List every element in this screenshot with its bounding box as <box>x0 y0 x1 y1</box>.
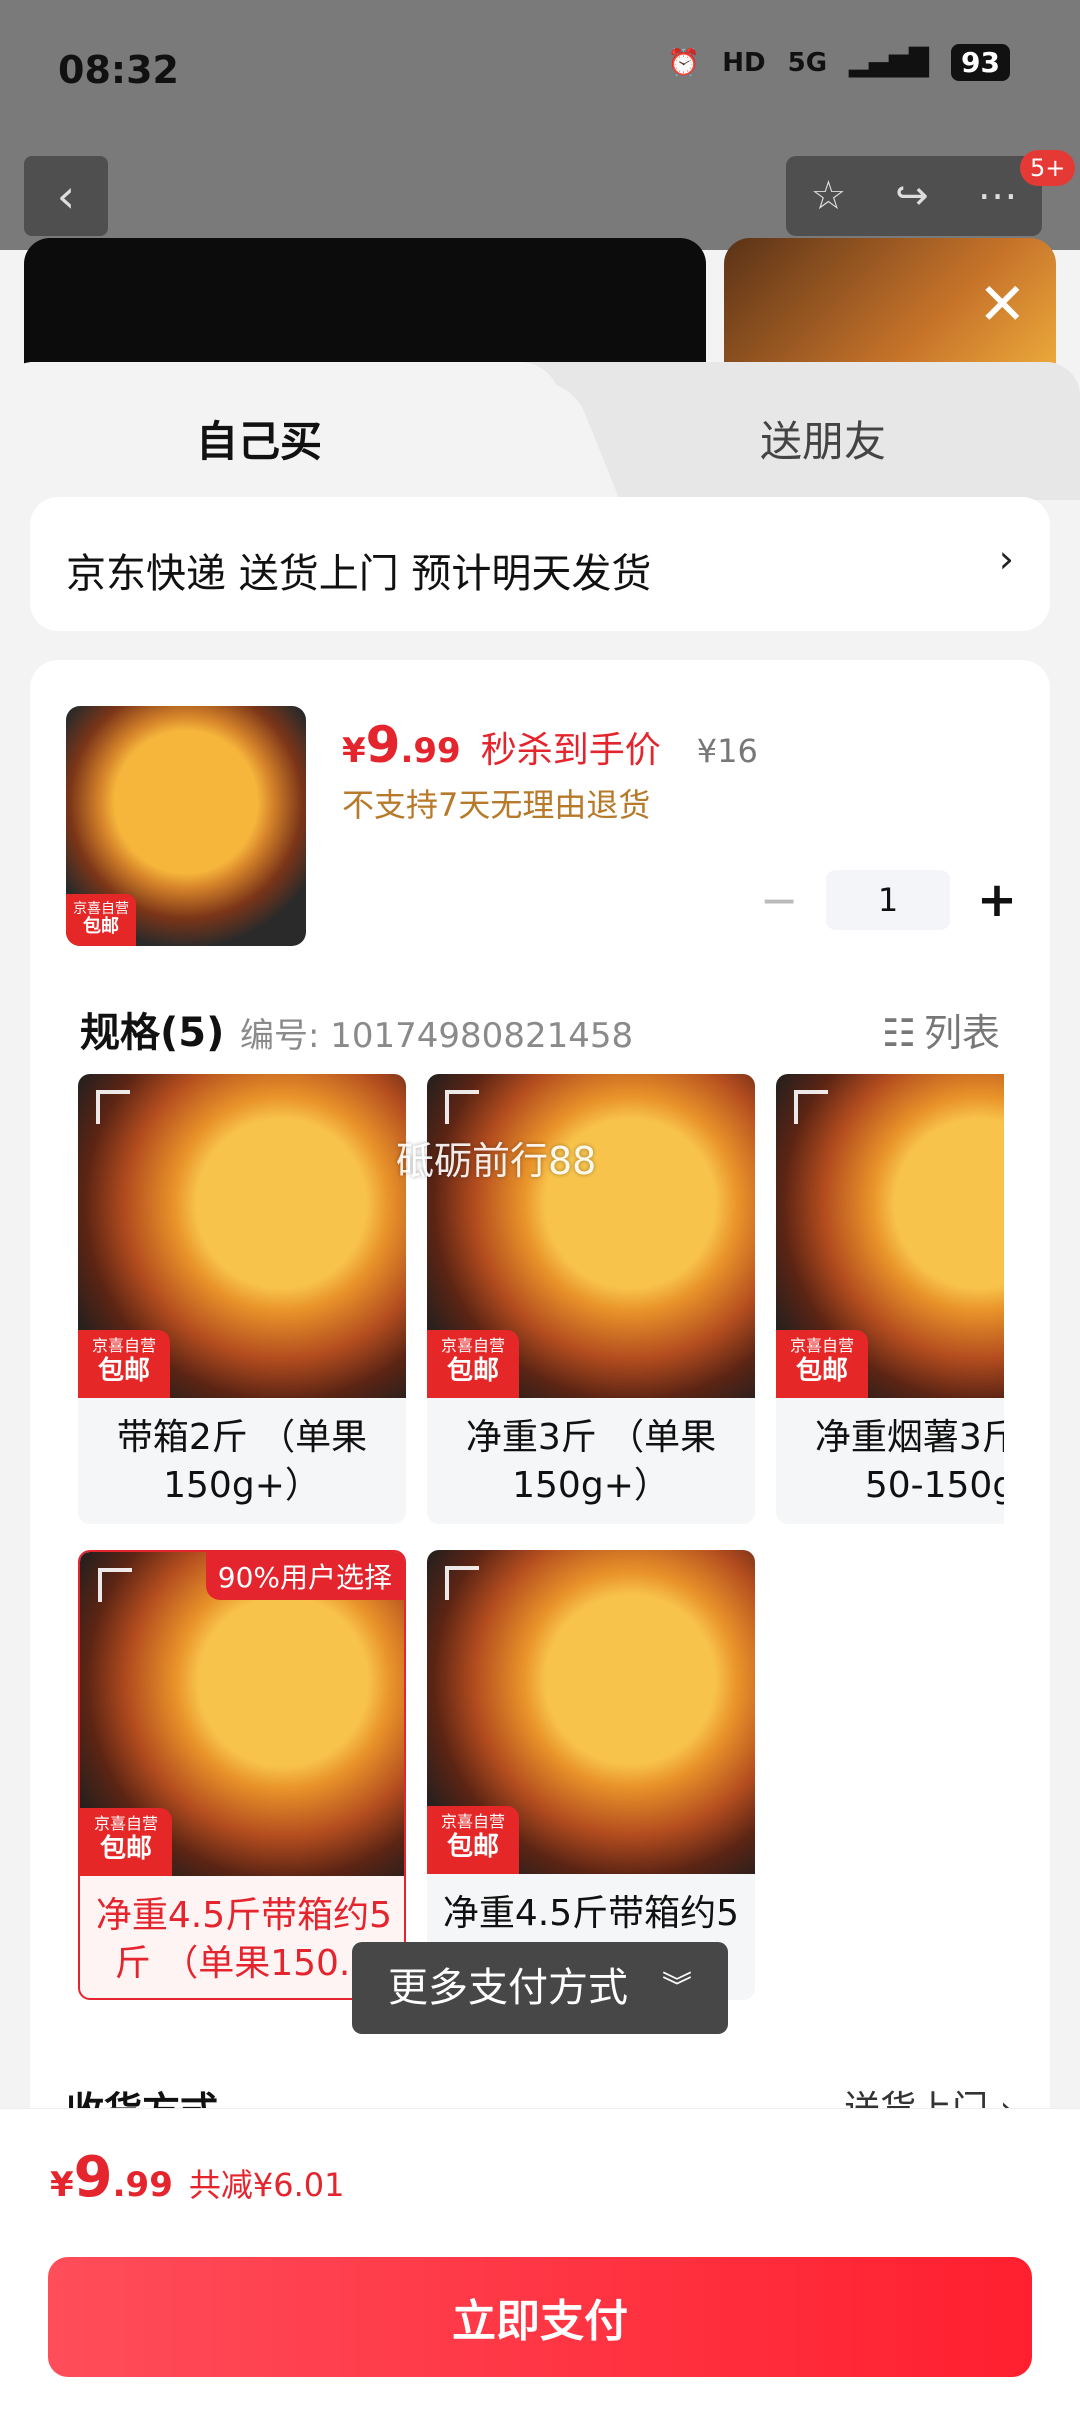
tag-top-text: 京喜自营 <box>789 1336 854 1355</box>
expand-icon[interactable] <box>445 1090 479 1124</box>
tag-top-text: 京喜自营 <box>440 1812 505 1831</box>
tab-buy-self[interactable]: 自己买 <box>0 362 560 500</box>
battery-indicator: 93 <box>951 44 1010 81</box>
total-decimal: .99 <box>112 2165 173 2205</box>
self-operated-tag: 京喜自营 包邮 <box>776 1330 868 1398</box>
hd-icon: HD <box>722 47 766 78</box>
tag-bottom-text: 包邮 <box>446 1832 499 1862</box>
expand-icon[interactable] <box>445 1566 479 1600</box>
checkout-bar: ¥9.99 共减¥6.01 立即支付 <box>0 2108 1080 2412</box>
decrease-button[interactable]: − <box>754 873 804 927</box>
quantity-stepper: − 1 + <box>754 870 1022 930</box>
spec-option[interactable]: 京喜自营包邮 净重烟薯3斤 果50-150g <box>776 1074 1004 1524</box>
spec-option[interactable]: 京喜自营 包邮 净重4.5斤带箱约5 <box>427 1550 755 2000</box>
toast-text: 更多支付方式 <box>388 1965 628 2011</box>
spec-option-selected[interactable]: 90%用户选择 京喜自营 包邮 净重4.5斤带箱约5斤 （单果150... <box>78 1550 406 2000</box>
expand-icon[interactable] <box>96 1090 130 1124</box>
price-decimal: .99 <box>400 731 461 771</box>
spec-option[interactable]: 京喜自营 包邮 带箱2斤 （单果150g+） <box>78 1074 406 1524</box>
more-payment-toast[interactable]: 更多支付方式 ︾ <box>352 1942 728 2034</box>
option-label: 净重3斤 （单果150g+） <box>465 1417 717 1506</box>
option-label: 净重4.5斤带箱约5斤 （单果150... <box>95 1895 393 1984</box>
double-chevron-down-icon: ︾ <box>662 1970 692 2005</box>
option-label: 净重烟薯3斤 果50-150g <box>814 1417 1004 1506</box>
spec-options-grid: 京喜自营 包邮 带箱2斤 （单果150g+） 京喜自营 包邮 净重3斤 （单果150… <box>78 1074 1004 2014</box>
chevron-left-icon: ‹ <box>56 169 76 223</box>
status-bar: 08:32 ⏰ HD 5G ▂▄▆█ 93 <box>0 0 1080 140</box>
back-button[interactable]: ‹ <box>24 156 108 236</box>
option-label: 净重4.5斤带箱约5 <box>442 1893 740 1934</box>
purchase-tabs: 自己买 送朋友 <box>0 362 1080 500</box>
tag-bottom-text: 包邮 <box>795 1356 848 1386</box>
total-currency: ¥ <box>50 2165 74 2205</box>
seckill-label: 秒杀到手价 <box>480 730 661 771</box>
tag-top-text: 京喜自营 <box>91 1336 156 1355</box>
discount-text: 共减¥6.01 <box>188 2166 345 2204</box>
delivery-row[interactable]: 京东快递 送货上门 预计明天发货 › <box>30 497 1050 631</box>
price: ¥9.99 <box>342 716 461 774</box>
cart-badge: 5+ <box>1020 150 1076 186</box>
product-thumbnail[interactable]: 京喜自营 包邮 <box>66 706 306 946</box>
self-operated-tag: 京喜自营 包邮 <box>78 1330 170 1398</box>
tag-top-text: 京喜自营 <box>440 1336 505 1355</box>
tag-bottom-text: 包邮 <box>97 1356 150 1386</box>
total-price: ¥9.99 共减¥6.01 <box>50 2145 345 2210</box>
tag-top-text: 京喜自营 <box>93 1814 158 1833</box>
increase-button[interactable]: + <box>972 872 1022 928</box>
quantity-input[interactable]: 1 <box>826 870 950 930</box>
more-icon[interactable]: ⋯ <box>978 173 1018 219</box>
product-nav-bar: ‹ ☆ ↪ ⋯ 5+ <box>0 140 1080 250</box>
close-icon[interactable]: ✕ <box>978 270 1027 338</box>
signal-label: 5G <box>787 47 828 78</box>
self-operated-tag: 京喜自营 包邮 <box>427 1330 519 1398</box>
tag-bottom-text: 包邮 <box>83 916 119 937</box>
self-operated-tag: 京喜自营 包邮 <box>66 894 136 946</box>
delivery-text: 京东快递 送货上门 预计明天发货 <box>66 551 652 597</box>
return-policy: 不支持7天无理由退货 <box>342 786 651 824</box>
self-operated-tag: 京喜自营 包邮 <box>427 1806 519 1874</box>
total-integer: 9 <box>73 2145 113 2210</box>
signal-icon: ▂▄▆█ <box>849 47 930 78</box>
nav-actions: ☆ ↪ ⋯ <box>786 156 1042 236</box>
list-view-toggle[interactable]: ☷ 列表 <box>882 1002 1000 1057</box>
status-time: 08:32 <box>58 48 179 92</box>
alarm-icon: ⏰ <box>667 47 701 78</box>
tag-bottom-text: 包邮 <box>446 1356 499 1386</box>
spec-title: 规格(5) <box>80 1010 225 1056</box>
price-row: ¥9.99 秒杀到手价 ¥16 <box>342 716 758 774</box>
spec-code: 编号: 10174980821458 <box>240 1016 634 1056</box>
status-icons: ⏰ HD 5G ▂▄▆█ 93 <box>668 44 1010 81</box>
watermark-text: 砥砺前行88 <box>396 1139 597 1183</box>
tab-gift-friend[interactable]: 送朋友 <box>760 408 886 469</box>
original-price: ¥16 <box>696 732 758 770</box>
expand-icon[interactable] <box>98 1568 132 1602</box>
price-currency: ¥ <box>342 731 366 771</box>
expand-icon[interactable] <box>794 1090 828 1124</box>
chevron-right-icon: › <box>998 537 1014 581</box>
self-operated-tag: 京喜自营 包邮 <box>80 1808 172 1876</box>
list-icon: ☷ <box>881 1011 916 1055</box>
tag-bottom-text: 包邮 <box>99 1834 152 1864</box>
popular-badge: 90%用户选择 <box>205 1552 404 1600</box>
tag-top-text: 京喜自营 <box>73 901 129 917</box>
list-view-label: 列表 <box>923 1011 1000 1055</box>
option-label: 带箱2斤 （单果150g+） <box>116 1417 368 1506</box>
pay-now-button[interactable]: 立即支付 <box>48 2257 1032 2377</box>
star-icon[interactable]: ☆ <box>810 173 846 219</box>
tab-buy-self-label: 自己买 <box>196 417 323 466</box>
price-integer: 9 <box>365 716 401 774</box>
share-icon[interactable]: ↪ <box>895 173 929 219</box>
